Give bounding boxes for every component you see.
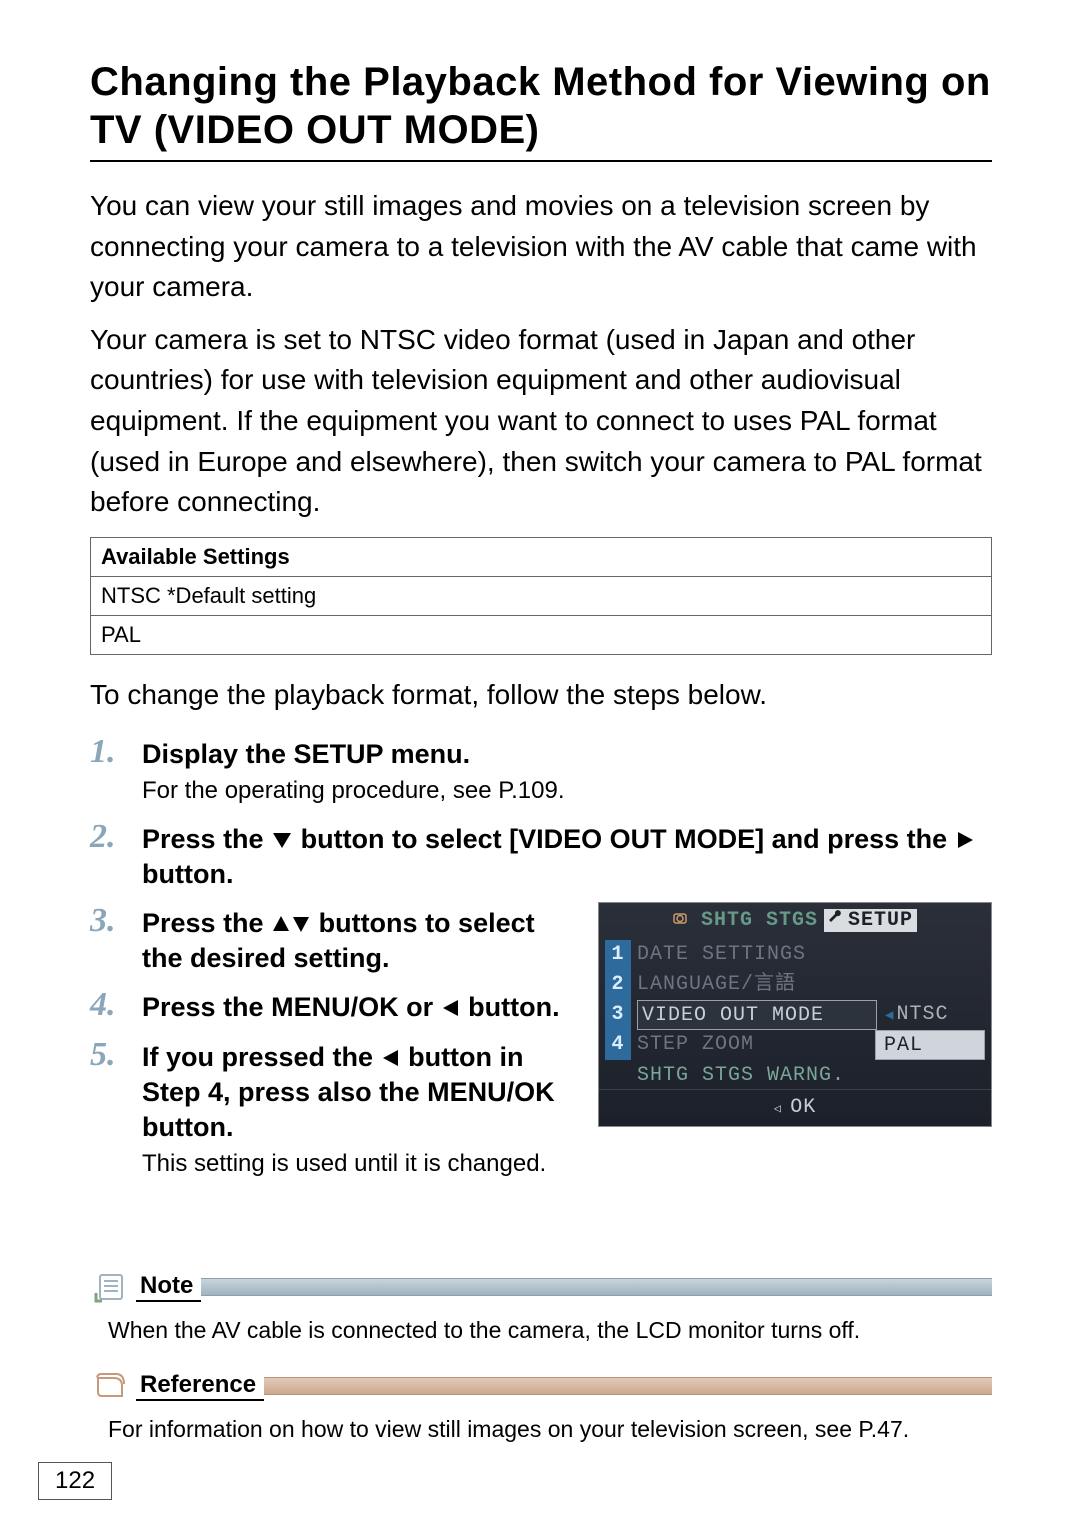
lcd-option-label: NTSC: [896, 1003, 948, 1026]
text: or: [406, 992, 441, 1022]
text: button.: [142, 859, 233, 889]
step-4-title: Press the MENU/OK or button.: [142, 990, 578, 1025]
step-2: 2. Press the button to select [VIDEO OUT…: [90, 818, 992, 894]
lcd-ok-label: OK: [790, 1096, 816, 1119]
menu-ok-label: MENU/OK: [271, 992, 399, 1022]
intro-paragraph-2: Your camera is set to NTSC video format …: [90, 320, 992, 523]
reference-bar: [264, 1377, 992, 1395]
left-triangle-icon: ◀: [885, 1008, 894, 1024]
step-number: 5.: [90, 1036, 142, 1073]
camera-icon: [673, 909, 691, 932]
settings-row-pal: PAL: [91, 615, 992, 654]
lcd-row-label: LANGUAGE/言語: [637, 970, 985, 1000]
lcd-tab-setup: SETUP: [824, 909, 917, 932]
available-settings-table: Available Settings NTSC *Default setting…: [90, 537, 992, 655]
lcd-row-4: 4 STEP ZOOM PAL: [599, 1030, 991, 1060]
left-arrow-icon: [381, 1042, 401, 1072]
reference-body: For information on how to view still ima…: [90, 1403, 992, 1445]
step-number: 4.: [90, 986, 142, 1023]
page-title: Changing the Playback Method for Viewing…: [90, 58, 992, 162]
lcd-row-2: 2 LANGUAGE/言語: [599, 970, 991, 1000]
step-4: 4. Press the MENU/OK or button.: [90, 986, 578, 1027]
lcd-tab-shtg: SHTG STGS: [695, 909, 824, 932]
lcd-row-index: 3: [605, 1000, 631, 1030]
lcd-option-ntsc: ◀NTSC: [877, 1000, 985, 1030]
step-1-title: Display the SETUP menu.: [142, 737, 992, 772]
lcd-tab-setup-label: SETUP: [848, 909, 913, 932]
lcd-row-1: 1 DATE SETTINGS: [599, 940, 991, 970]
step-5: 5. If you pressed the button in Step 4, …: [90, 1036, 578, 1183]
steps-list: 1. Display the SETUP menu. For the opera…: [90, 733, 992, 1190]
step-5-sub: This setting is used until it is changed…: [142, 1147, 578, 1181]
lcd-row-label-selected: VIDEO OUT MODE: [637, 1000, 877, 1030]
note-label: Note: [136, 1272, 201, 1302]
step-2-title: Press the button to select [VIDEO OUT MO…: [142, 822, 992, 892]
text: button.: [142, 1112, 233, 1142]
settings-header: Available Settings: [91, 537, 992, 576]
step-5-title: If you pressed the button in Step 4, pre…: [142, 1040, 578, 1145]
reference-label: Reference: [136, 1371, 264, 1401]
text: button.: [468, 992, 559, 1022]
intro-paragraph-1: You can view your still images and movie…: [90, 186, 992, 308]
lcd-row-index: 2: [605, 970, 631, 1000]
note-body: When the AV cable is connected to the ca…: [90, 1304, 992, 1346]
step-number: 3.: [90, 902, 142, 939]
up-down-arrow-icon: [271, 908, 311, 938]
down-arrow-icon: [271, 824, 293, 854]
step-3: 3. Press the buttons to select the desir…: [90, 902, 578, 978]
reference-callout: Reference For information on how to view…: [90, 1369, 992, 1445]
lcd-option-pal-selected: PAL: [875, 1030, 985, 1060]
menu-ok-label: MENU/OK: [427, 1077, 555, 1107]
lcd-ok-hint: ◁ OK: [599, 1089, 991, 1121]
step-number: 2.: [90, 818, 142, 855]
lcd-row-label: STEP ZOOM: [637, 1030, 875, 1060]
note-icon: [90, 1270, 136, 1304]
right-arrow-icon: [955, 824, 975, 854]
text: Press the: [142, 824, 271, 854]
text: button to select [VIDEO OUT MODE] and pr…: [301, 824, 955, 854]
note-callout: Note When the AV cable is connected to t…: [90, 1270, 992, 1346]
step-1-sub: For the operating procedure, see P.109.: [142, 774, 992, 808]
settings-row-ntsc: NTSC *Default setting: [91, 576, 992, 615]
reference-icon: [90, 1369, 136, 1403]
lcd-screenshot: SHTG STGS SETUP 1 DATE SETTINGS 2 LANGUA…: [598, 902, 992, 1127]
text: Press the: [142, 908, 271, 938]
left-triangle-icon: ◁: [774, 1102, 790, 1116]
wrench-icon: [828, 909, 844, 932]
lcd-row-index: 4: [605, 1030, 631, 1060]
lcd-row-3: 3 VIDEO OUT MODE ◀NTSC: [599, 1000, 991, 1030]
note-bar: [201, 1278, 992, 1296]
lcd-tabs: SHTG STGS SETUP: [599, 903, 991, 940]
lcd-row-index: 1: [605, 940, 631, 970]
lcd-row-label: DATE SETTINGS: [637, 940, 985, 970]
step-number: 1.: [90, 733, 142, 770]
lcd-warning: SHTG STGS WARNG.: [599, 1060, 991, 1089]
left-arrow-icon: [441, 992, 461, 1022]
text: Press the: [142, 992, 271, 1022]
step-3-title: Press the buttons to select the desired …: [142, 906, 578, 976]
step-1: 1. Display the SETUP menu. For the opera…: [90, 733, 992, 810]
text: If you pressed the: [142, 1042, 381, 1072]
page-number: 122: [38, 1462, 112, 1500]
lead-sentence: To change the playback format, follow th…: [90, 675, 992, 716]
